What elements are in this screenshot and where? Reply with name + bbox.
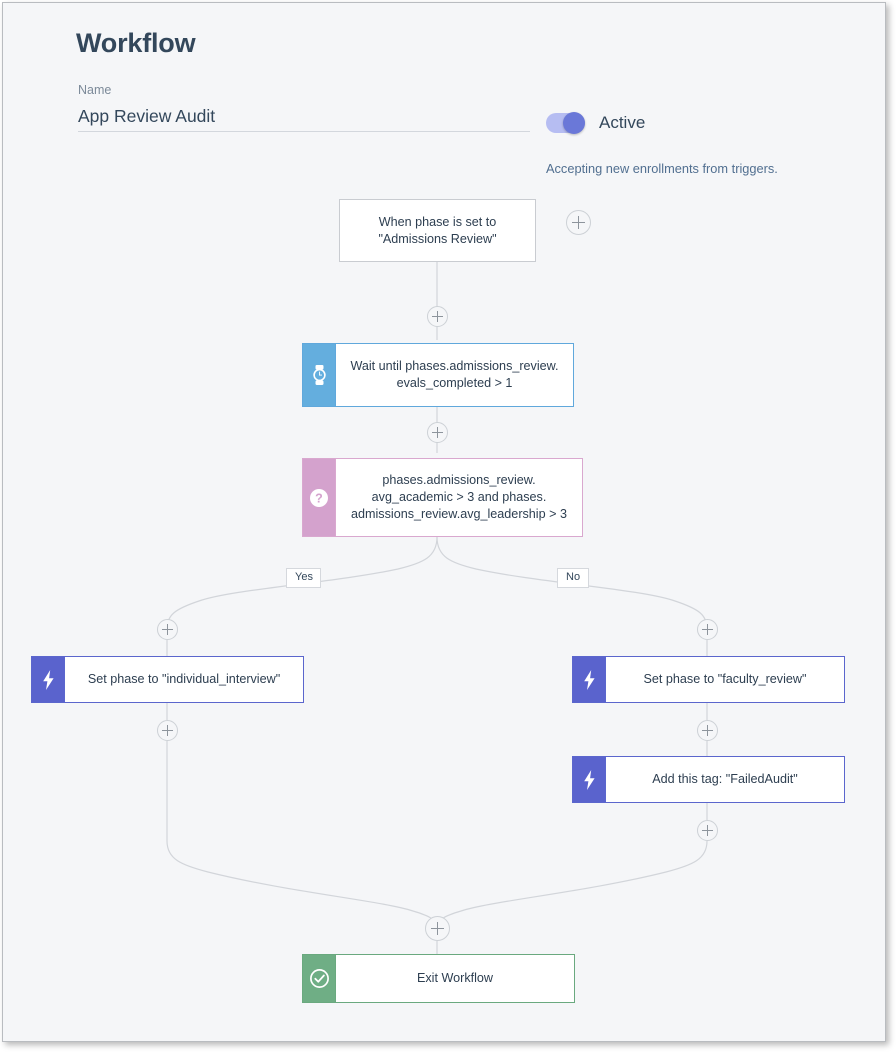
watch-icon (303, 344, 335, 406)
node-action-set-phase-faculty-review[interactable]: Set phase to "faculty_review" (572, 656, 845, 703)
toggle-knob (563, 112, 585, 134)
add-step-yes-branch-button[interactable] (157, 619, 178, 640)
active-toggle-label: Active (599, 113, 646, 132)
node-exit-label: Exit Workflow (335, 955, 574, 1002)
node-delay[interactable]: Wait until phases.admissions_review. eva… (302, 343, 574, 407)
lightning-bolt-icon (32, 657, 64, 702)
node-action-set-phase-individual-interview[interactable]: Set phase to "individual_interview" (31, 656, 304, 703)
node-delay-label: Wait until phases.admissions_review. eva… (335, 344, 573, 406)
active-toggle-group[interactable]: Active (546, 112, 646, 134)
branch-label-yes: Yes (286, 568, 321, 588)
node-branch-label: phases.admissions_review. avg_academic >… (335, 459, 582, 536)
add-branch-trigger-button[interactable] (566, 210, 591, 235)
add-step-after-add-tag-button[interactable] (697, 820, 718, 841)
add-step-after-delay-button[interactable] (427, 422, 448, 443)
enrollment-help-text: Accepting new enrollments from triggers. (546, 161, 778, 176)
workflow-window: Workflow Name Active Accepting new enrol… (2, 2, 886, 1042)
add-step-no-branch-button[interactable] (697, 619, 718, 640)
lightning-bolt-icon (573, 657, 605, 702)
active-toggle[interactable] (546, 112, 585, 134)
name-field-label: Name (78, 83, 112, 97)
node-branch[interactable]: ? phases.admissions_review. avg_academic… (302, 458, 583, 537)
add-step-after-faculty-review-button[interactable] (697, 720, 718, 741)
svg-text:?: ? (315, 491, 323, 505)
workflow-name-input[interactable] (78, 104, 530, 132)
add-step-after-trigger-button[interactable] (427, 306, 448, 327)
page-title: Workflow (76, 28, 196, 58)
node-trigger[interactable]: When phase is set to "Admissions Review" (339, 199, 536, 262)
question-mark-icon: ? (303, 459, 335, 536)
node-exit-workflow[interactable]: Exit Workflow (302, 954, 575, 1003)
lightning-bolt-icon (573, 757, 605, 802)
node-action-no-1-label: Set phase to "faculty_review" (605, 657, 844, 702)
node-action-add-tag-failedaudit[interactable]: Add this tag: "FailedAudit" (572, 756, 845, 803)
check-circle-icon (303, 955, 335, 1002)
node-trigger-label: When phase is set to "Admissions Review" (340, 200, 535, 261)
node-action-no-2-label: Add this tag: "FailedAudit" (605, 757, 844, 802)
add-step-after-individual-interview-button[interactable] (157, 720, 178, 741)
branch-label-no: No (557, 568, 589, 588)
add-step-before-exit-button[interactable] (425, 916, 450, 941)
node-action-yes-label: Set phase to "individual_interview" (64, 657, 303, 702)
